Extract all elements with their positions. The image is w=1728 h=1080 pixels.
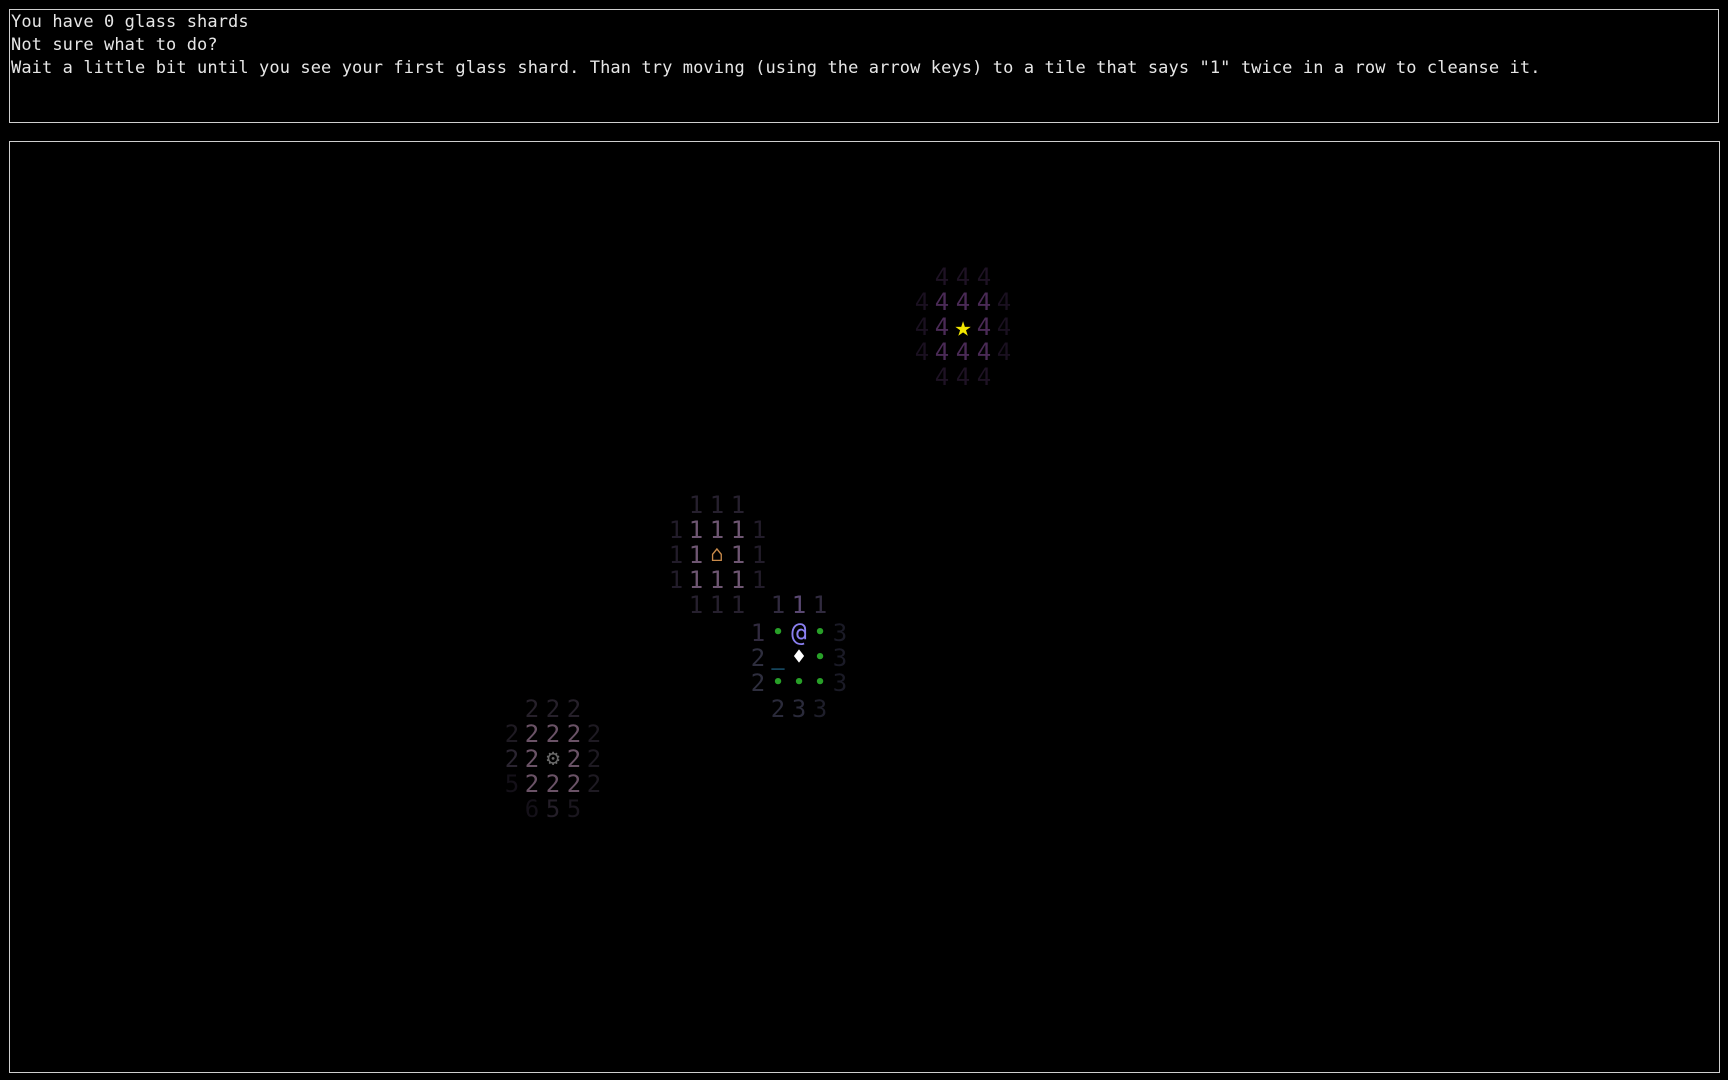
map-tile-1: 1 xyxy=(688,591,704,619)
star-icon: ★ xyxy=(954,310,972,343)
map-tile-1: 1 xyxy=(730,516,746,544)
map-tile-4: 4 xyxy=(934,263,950,291)
map-tile-2: 2 xyxy=(586,745,602,773)
shard-count-text: You have 0 glass shards xyxy=(11,12,249,32)
map-tile-4: 4 xyxy=(955,263,971,291)
map-tile-4: 4 xyxy=(976,313,992,341)
map-tile-2: 2 xyxy=(545,695,561,723)
map-tile-4: 4 xyxy=(934,288,950,316)
map-tile-1: 1 xyxy=(668,566,684,594)
map-tile-1: 1 xyxy=(709,591,725,619)
map-tile-4: 4 xyxy=(934,313,950,341)
map-tile-4: 4 xyxy=(955,363,971,391)
map-tile-2: 2 xyxy=(566,770,582,798)
map-tile-1: 1 xyxy=(791,591,807,619)
map-tile-2: 2 xyxy=(566,695,582,723)
glass-shard-icon: ♦ xyxy=(792,645,806,670)
map-tile-4: 4 xyxy=(914,288,930,316)
map-tile-3: 3 xyxy=(832,669,848,697)
map-tile-1: 1 xyxy=(812,591,828,619)
map-tile-1: 1 xyxy=(688,516,704,544)
map-tile-3: 3 xyxy=(832,619,848,647)
map-tile-4: 4 xyxy=(976,363,992,391)
map-tile-2: 2 xyxy=(504,745,520,773)
help-question-text: Not sure what to do? xyxy=(11,35,218,55)
map-tile-1: 1 xyxy=(709,491,725,519)
map-tile-1: 1 xyxy=(751,541,767,569)
map-tile-3: 3 xyxy=(832,644,848,672)
map-tile-2: 2 xyxy=(750,669,766,697)
map-tile-1: 1 xyxy=(668,541,684,569)
walkable-dot: • xyxy=(772,622,784,643)
map-tile-2: 2 xyxy=(545,720,561,748)
map-tile-2: 2 xyxy=(524,770,540,798)
map-tile-4: 4 xyxy=(955,338,971,366)
help-instructions-text: Wait a little bit until you see your fir… xyxy=(11,58,1541,78)
map-tile-1: 1 xyxy=(751,516,767,544)
tile-grid: 4 4 4 4 4 4 4 4 4 4 ★ 4 4 4 4 4 4 4 4 4 4 1 1 1 1 1 1 1 1 1 1 ⌂ 1 1 1 1 1 1 1 1… xyxy=(10,142,1719,1072)
map-tile-1: 1 xyxy=(750,619,766,647)
message-panel: You have 0 glass shards Not sure what to… xyxy=(9,9,1719,123)
map-tile-4: 4 xyxy=(934,338,950,366)
map-tile-2: 2 xyxy=(566,720,582,748)
map-tile-5: 5 xyxy=(504,770,520,798)
map-tile-5: 5 xyxy=(545,795,561,823)
map-tile-2: 2 xyxy=(545,770,561,798)
map-tile-2: 2 xyxy=(586,720,602,748)
map-tile-2: 2 xyxy=(586,770,602,798)
map-tile-1: 1 xyxy=(668,516,684,544)
map-tile-1: 1 xyxy=(730,491,746,519)
map-tile-2: 2 xyxy=(770,695,786,723)
map-tile-3: 3 xyxy=(791,695,807,723)
map-tile-4: 4 xyxy=(976,288,992,316)
map-tile-4: 4 xyxy=(996,338,1012,366)
walkable-dot: • xyxy=(772,672,784,693)
walkable-dot: • xyxy=(814,672,826,693)
map-tile-1: 1 xyxy=(770,591,786,619)
map-tile-1: 1 xyxy=(730,566,746,594)
map-tile-4: 4 xyxy=(914,338,930,366)
map-tile-4: 4 xyxy=(976,338,992,366)
map-tile-1: 1 xyxy=(688,541,704,569)
map-tile-2: 2 xyxy=(524,695,540,723)
map-tile-2: 2 xyxy=(750,644,766,672)
map-tile-4: 4 xyxy=(934,363,950,391)
map-tile-1: 1 xyxy=(730,541,746,569)
gear-icon: ⚙ xyxy=(546,746,560,771)
map-tile-2: 2 xyxy=(524,720,540,748)
map-tile-1: 1 xyxy=(730,591,746,619)
player-icon: @ xyxy=(791,618,807,648)
map-tile-1: 1 xyxy=(751,566,767,594)
map-tile-1: 1 xyxy=(688,566,704,594)
map-tile-2: 2 xyxy=(566,745,582,773)
map-tile-3: 3 xyxy=(812,695,828,723)
walkable-dot: • xyxy=(814,647,826,668)
map-tile-1: 1 xyxy=(709,516,725,544)
map-tile-4: 4 xyxy=(914,313,930,341)
map-tile-4: 4 xyxy=(976,263,992,291)
map-tile-2: 2 xyxy=(504,720,520,748)
game-map[interactable]: 4 4 4 4 4 4 4 4 4 4 ★ 4 4 4 4 4 4 4 4 4 4 1 1 1 1 1 1 1 1 1 1 ⌂ 1 1 1 1 1 1 1 1… xyxy=(9,141,1720,1073)
walkable-dot: • xyxy=(793,672,805,693)
map-tile-1: 1 xyxy=(709,566,725,594)
home-icon: ⌂ xyxy=(710,542,724,567)
map-tile-5: 5 xyxy=(566,795,582,823)
map-tile-6: 6 xyxy=(524,795,540,823)
map-tile-4: 4 xyxy=(996,288,1012,316)
map-tile-2: 2 xyxy=(524,745,540,773)
portal-icon: _ xyxy=(771,645,785,670)
map-tile-1: 1 xyxy=(688,491,704,519)
walkable-dot: • xyxy=(814,622,826,643)
map-tile-4: 4 xyxy=(996,313,1012,341)
